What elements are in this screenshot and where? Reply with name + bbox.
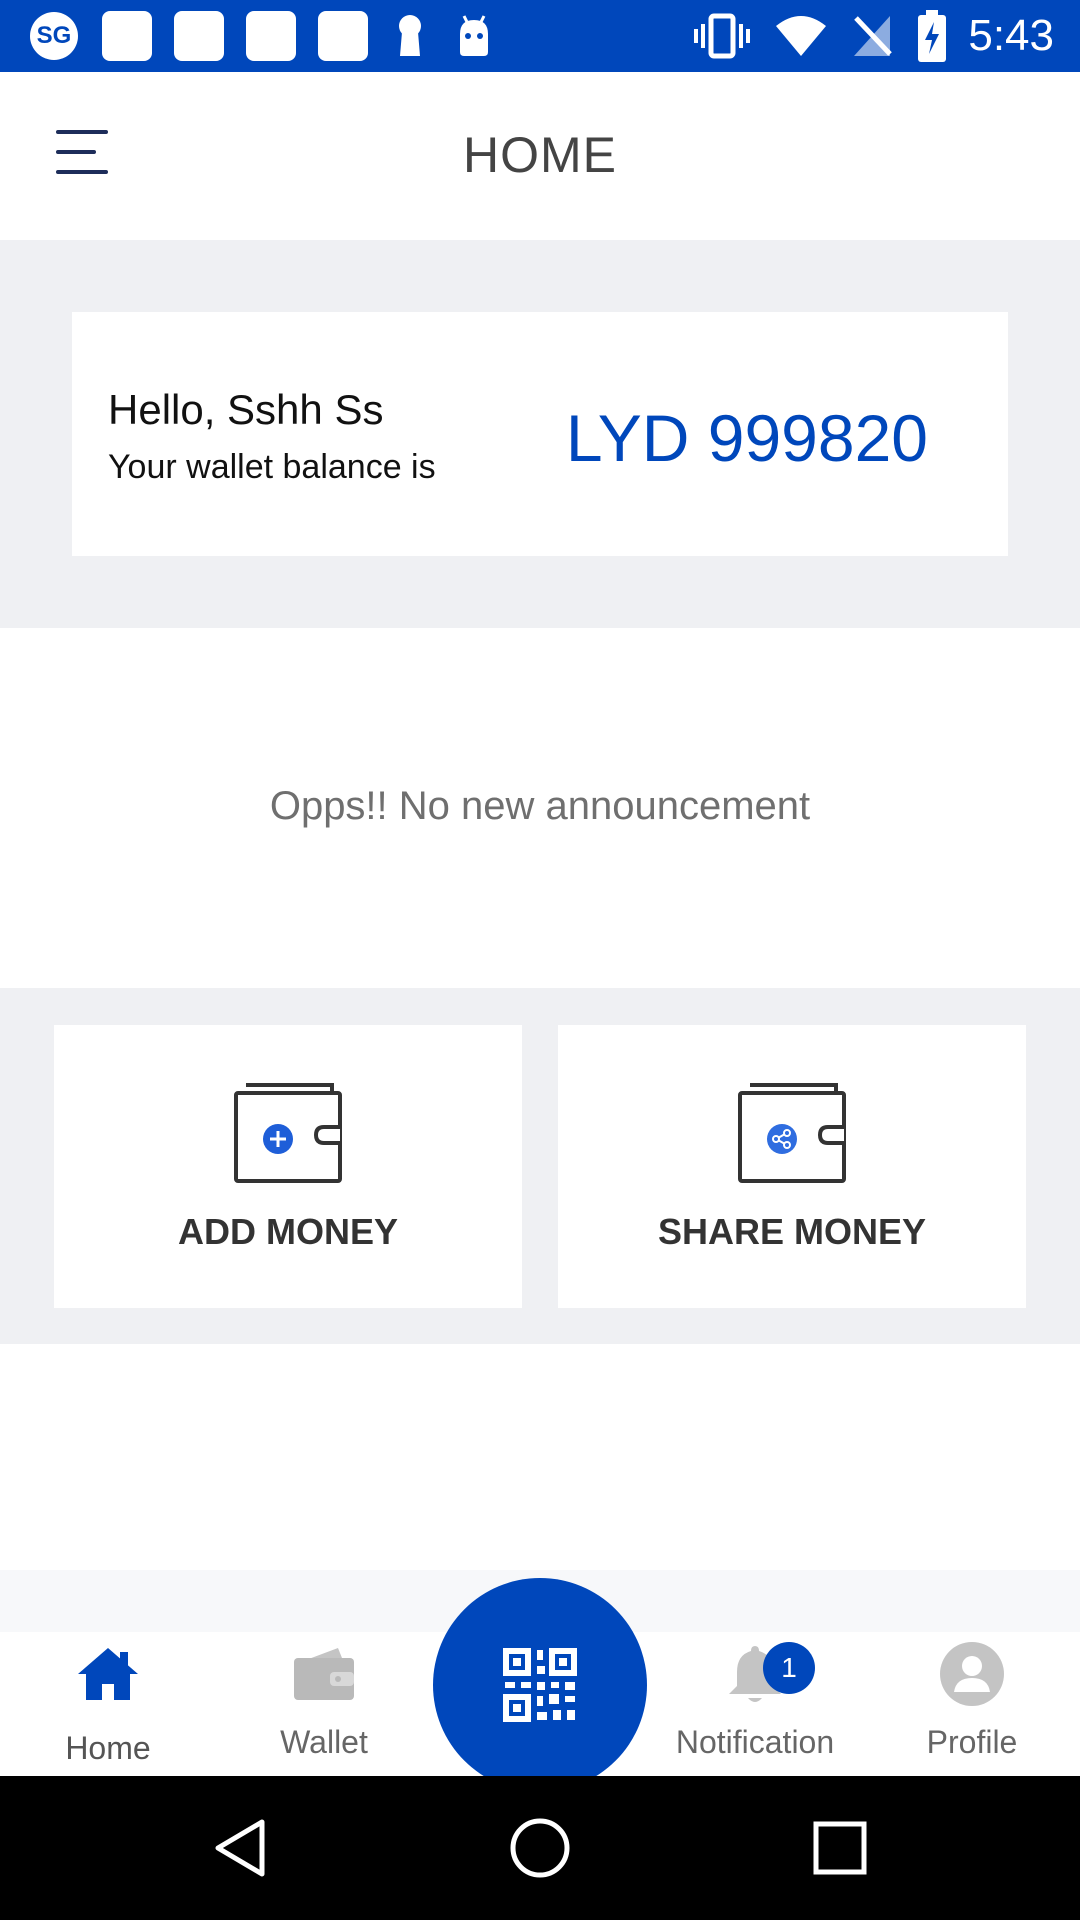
actions-section: ADD MONEY SHARE MONEY [0, 988, 1080, 1344]
share-money-label: SHARE MONEY [657, 1211, 927, 1252]
nav-item-wallet[interactable]: Wallet [224, 1632, 424, 1776]
status-bar-right: 5:43 [668, 0, 1054, 72]
notification-square-icon [318, 11, 368, 61]
balance-section: Hello, Sshh Ss Your wallet balance is LY… [0, 240, 1080, 628]
clock: 5:43 [968, 11, 1054, 60]
nav-label-notification: Notification [675, 1724, 835, 1760]
recent-apps-icon[interactable] [808, 1816, 872, 1880]
balance-amount: LYD 999820 [565, 401, 928, 475]
back-icon[interactable] [208, 1816, 272, 1880]
status-bar: SG 5:43 [0, 0, 1080, 72]
profile-icon [940, 1642, 1004, 1706]
nav-item-profile[interactable]: Profile [872, 1632, 1072, 1776]
wallet-add-icon [234, 1083, 342, 1183]
qr-code-icon [503, 1648, 577, 1722]
notification-square-icon [174, 11, 224, 61]
nav-label-wallet: Wallet [280, 1724, 368, 1760]
announcement-panel: Opps!! No new announcement [0, 628, 1080, 988]
nav-item-home[interactable]: Home [8, 1632, 208, 1776]
system-nav-bar [0, 1776, 1080, 1920]
wallet-icon [294, 1648, 354, 1700]
home-icon [78, 1648, 138, 1700]
nav-label-home: Home [65, 1730, 151, 1766]
no-signal-icon [854, 16, 893, 56]
greeting-text: Hello, Sshh Ss [108, 386, 384, 433]
android-icon [460, 15, 488, 56]
wallet-share-icon [738, 1083, 846, 1183]
sg-icon-label: SG [36, 22, 72, 49]
notification-square-icon [102, 11, 152, 61]
announcement-message: Opps!! No new announcement [269, 784, 811, 828]
nav-label-profile: Profile [926, 1724, 1018, 1760]
page-title: HOME [463, 127, 617, 183]
wifi-icon [776, 16, 827, 56]
vibrate-icon [694, 13, 751, 59]
home-circle-icon[interactable] [508, 1816, 572, 1880]
sg-icon: SG [30, 12, 78, 60]
add-money-label: ADD MONEY [177, 1211, 398, 1252]
status-bar-left: SG [30, 0, 518, 72]
battery-charging-icon [918, 10, 947, 62]
add-money-button[interactable]: ADD MONEY [54, 1025, 522, 1308]
balance-card: Hello, Sshh Ss Your wallet balance is LY… [72, 312, 1008, 556]
share-money-button[interactable]: SHARE MONEY [558, 1025, 1026, 1308]
notification-square-icon [246, 11, 296, 61]
keyhole-icon [399, 15, 421, 56]
app-header: HOME [0, 72, 1080, 240]
nav-item-notification[interactable]: 1 Notification [655, 1632, 855, 1776]
balance-label: Your wallet balance is [108, 448, 436, 486]
qr-scan-button[interactable] [433, 1578, 647, 1792]
notification-badge: 1 [763, 1642, 815, 1694]
